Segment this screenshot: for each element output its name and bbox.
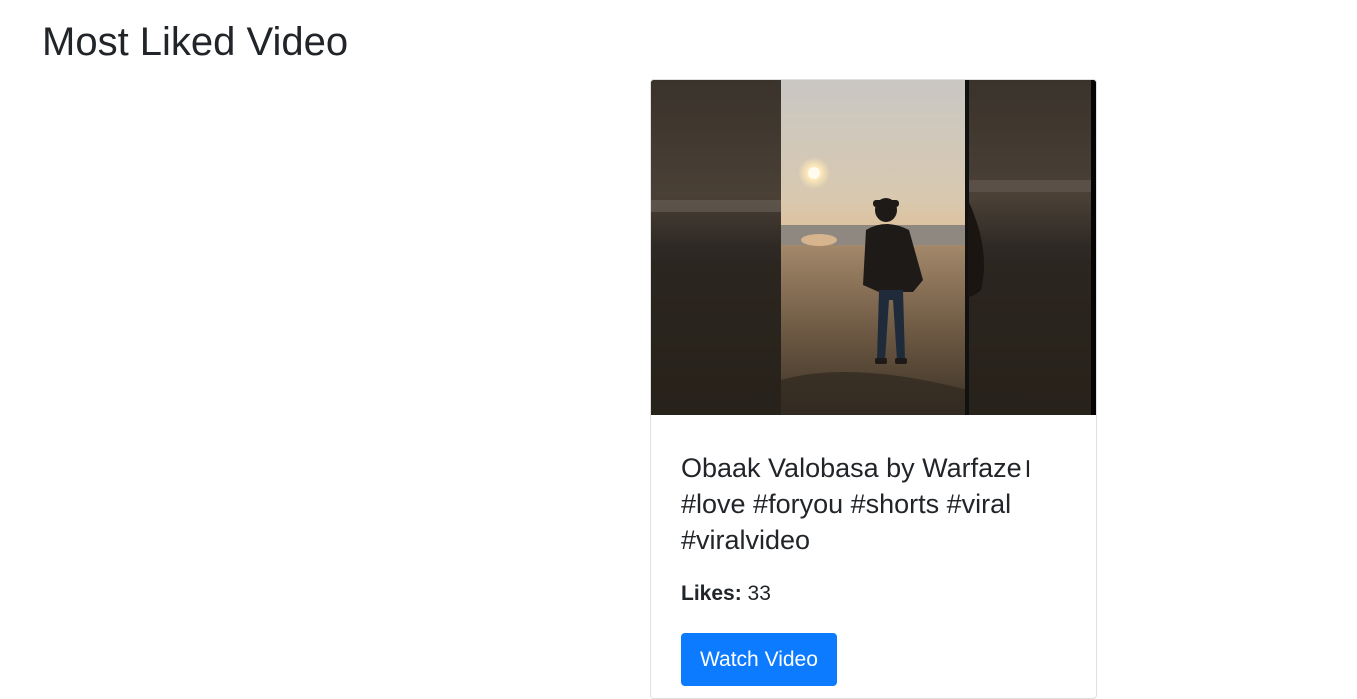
likes-count: Likes: 33	[681, 579, 1066, 609]
watch-video-button[interactable]: Watch Video	[681, 633, 837, 687]
likes-value: 33	[747, 582, 771, 605]
thumbnail-image	[651, 80, 1096, 415]
card-body: Obaak Valobasa by Warfaze। #love #foryou…	[651, 415, 1096, 687]
video-thumbnail[interactable]	[651, 80, 1096, 415]
video-title: Obaak Valobasa by Warfaze। #love #foryou…	[681, 453, 1032, 555]
video-card: Obaak Valobasa by Warfaze। #love #foryou…	[650, 79, 1097, 699]
page-title: Most Liked Video	[42, 20, 349, 64]
likes-label: Likes:	[681, 582, 742, 605]
